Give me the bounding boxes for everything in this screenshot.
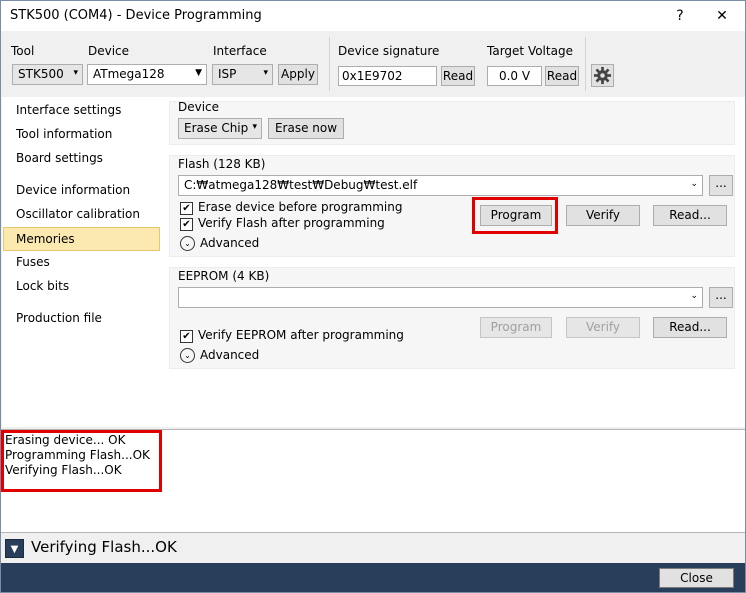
eeprom-advanced-label[interactable]: Advanced <box>200 348 259 362</box>
device-select[interactable]: ATmega128 ▼ <box>87 64 207 85</box>
chevron-down-icon: ⌄ <box>690 291 698 301</box>
chevron-down-icon: ▼ <box>195 68 202 78</box>
memories-panel: Device Erase Chip ▾ Erase now Flash (128… <box>161 97 745 427</box>
device-label: Device <box>88 44 130 58</box>
output-log[interactable]: Erasing device... OK Programming Flash..… <box>1 429 745 533</box>
tool-select-value: STK500 <box>18 67 64 81</box>
erase-now-button[interactable]: Erase now <box>268 118 344 139</box>
flash-file-input[interactable]: C:₩atmega128₩test₩Debug₩test.elf ⌄ <box>178 175 703 196</box>
interface-select[interactable]: ISP ▾ <box>212 64 273 85</box>
log-highlight <box>1 430 162 492</box>
expand-advanced-icon[interactable]: ⌄ <box>180 348 195 363</box>
chevron-down-icon: ▾ <box>263 68 268 78</box>
sidebar-item-fuses[interactable]: Fuses <box>16 255 50 269</box>
close-button[interactable]: Close <box>659 568 734 588</box>
sidebar-item-production-file[interactable]: Production file <box>16 311 102 325</box>
toolbar-divider <box>329 37 330 91</box>
verify-flash-checkbox[interactable]: ✔ <box>180 218 193 231</box>
tool-select[interactable]: STK500 ▾ <box>12 64 83 85</box>
status-bar: ▼ Verifying Flash...OK <box>1 533 745 563</box>
sidebar-item-tool-information[interactable]: Tool information <box>16 127 112 141</box>
read-voltage-button[interactable]: Read <box>545 66 579 86</box>
status-text: Verifying Flash...OK <box>31 538 177 556</box>
erase-mode-select[interactable]: Erase Chip ▾ <box>178 118 262 139</box>
eeprom-section-title: EEPROM (4 KB) <box>178 269 270 283</box>
title-bar: STK500 (COM4) - Device Programming ? ✕ <box>1 1 745 31</box>
chevron-down-icon: ▾ <box>252 122 257 132</box>
flash-browse-button[interactable]: ... <box>709 175 733 196</box>
device-signature-label: Device signature <box>338 44 440 58</box>
toolbar-divider <box>585 37 586 91</box>
chevron-down-icon: ▾ <box>73 68 78 78</box>
read-signature-button[interactable]: Read <box>441 66 475 86</box>
apply-button[interactable]: Apply <box>278 64 318 85</box>
interface-select-value: ISP <box>218 67 237 81</box>
eeprom-file-input[interactable]: ⌄ <box>178 287 703 308</box>
dialog-footer: Close <box>1 563 745 592</box>
erase-mode-value: Erase Chip <box>184 121 249 135</box>
sidebar-item-board-settings[interactable]: Board settings <box>16 151 103 165</box>
eeprom-program-button: Program <box>480 317 552 338</box>
erase-before-checkbox[interactable]: ✔ <box>180 202 193 215</box>
flash-verify-button[interactable]: Verify <box>566 205 640 226</box>
flash-file-value: C:₩atmega128₩test₩Debug₩test.elf <box>184 178 418 192</box>
sidebar-item-label: Memories <box>16 232 75 246</box>
sidebar-item-lock-bits[interactable]: Lock bits <box>16 279 69 293</box>
window-title: STK500 (COM4) - Device Programming <box>10 8 262 23</box>
erase-before-label: Erase device before programming <box>198 200 403 214</box>
gear-icon <box>593 66 612 85</box>
help-button[interactable]: ? <box>657 1 703 31</box>
verify-flash-label: Verify Flash after programming <box>198 216 385 230</box>
eeprom-browse-button[interactable]: ... <box>709 287 733 308</box>
sidebar-item-memories[interactable]: Memories <box>3 227 160 251</box>
chevron-down-icon: ⌄ <box>690 179 698 189</box>
eeprom-read-button[interactable]: Read... <box>653 317 727 338</box>
target-voltage-field: 0.0 V <box>487 66 542 86</box>
target-voltage-label: Target Voltage <box>487 44 573 58</box>
verify-eeprom-checkbox[interactable]: ✔ <box>180 330 193 343</box>
device-section-title: Device <box>178 100 220 114</box>
flash-program-button[interactable]: Program <box>480 205 552 226</box>
expand-advanced-icon[interactable]: ⌄ <box>180 236 195 251</box>
interface-label: Interface <box>213 44 267 58</box>
sidebar-item-interface-settings[interactable]: Interface settings <box>16 103 121 117</box>
verify-eeprom-label: Verify EEPROM after programming <box>198 328 404 342</box>
device-signature-field: 0x1E9702 <box>338 66 437 86</box>
sidebar-item-oscillator-calibration[interactable]: Oscillator calibration <box>16 207 140 221</box>
flash-read-button[interactable]: Read... <box>653 205 727 226</box>
device-programming-window: STK500 (COM4) - Device Programming ? ✕ T… <box>0 0 746 593</box>
close-window-button[interactable]: ✕ <box>699 1 745 31</box>
flash-section-title: Flash (128 KB) <box>178 157 266 171</box>
sidebar: Interface settings Tool information Boar… <box>2 97 161 427</box>
sidebar-item-device-information[interactable]: Device information <box>16 183 130 197</box>
flash-advanced-label[interactable]: Advanced <box>200 236 259 250</box>
settings-button[interactable] <box>591 64 614 87</box>
eeprom-verify-button: Verify <box>566 317 640 338</box>
expand-log-button[interactable]: ▼ <box>5 539 24 558</box>
tool-label: Tool <box>11 44 35 58</box>
device-select-value: ATmega128 <box>93 67 165 81</box>
